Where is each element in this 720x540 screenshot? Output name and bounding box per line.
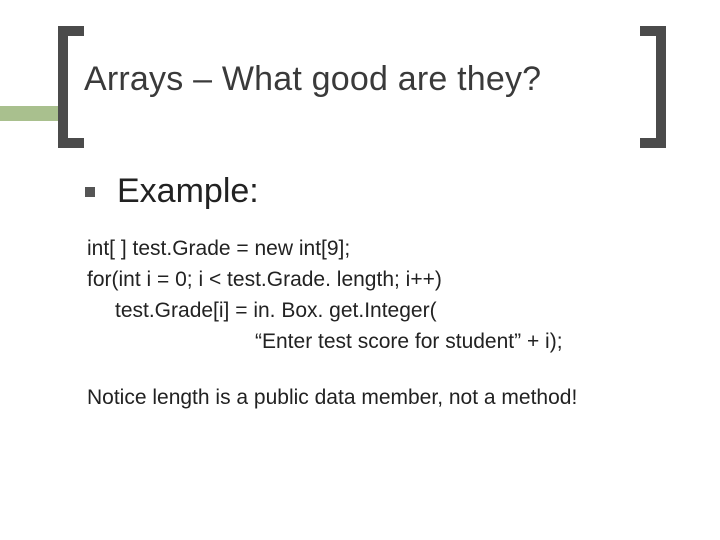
title-bracket-left: [58, 26, 84, 148]
code-line-1: int[ ] test.Grade = new int[9];: [87, 233, 645, 264]
bullet-icon: [85, 187, 95, 197]
note-text: Notice length is a public data member, n…: [87, 383, 627, 413]
code-line-4: “Enter test score for student” + i);: [87, 326, 645, 357]
title-bracket-right: [640, 26, 666, 148]
code-line-2: for(int i = 0; i < test.Grade. length; i…: [87, 264, 645, 295]
code-block: int[ ] test.Grade = new int[9]; for(int …: [87, 233, 645, 357]
code-line-3: test.Grade[i] = in. Box. get.Integer(: [87, 295, 645, 326]
example-heading-row: Example:: [85, 172, 645, 211]
slide: Arrays – What good are they? Example: in…: [0, 0, 720, 540]
slide-title: Arrays – What good are they?: [84, 60, 541, 99]
slide-body: Example: int[ ] test.Grade = new int[9];…: [85, 172, 645, 414]
example-heading: Example:: [117, 172, 259, 211]
